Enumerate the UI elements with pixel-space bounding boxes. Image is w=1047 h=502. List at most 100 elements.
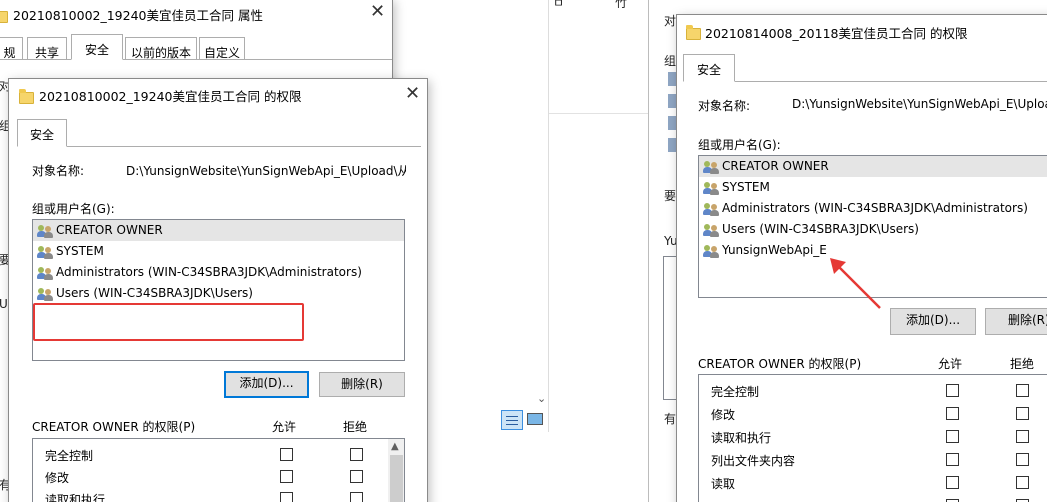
users-icon [703,223,719,237]
scroll-down-icon[interactable]: ⌄ [537,392,546,405]
folder-icon [0,10,8,23]
permission-row: 读取和执行 [33,487,404,502]
object-name-value: D:\YunsignWebsite\YunSignWebApi_E\Upload… [126,164,406,178]
deny-header: 拒绝 [1010,357,1035,371]
list-item[interactable]: SYSTEM [33,241,404,262]
list-item[interactable]: Users (WIN-C34SBRA3JDK\Users) [699,219,1047,240]
users-icon [703,181,719,195]
allow-checkbox[interactable] [946,430,959,443]
allow-checkbox[interactable] [946,453,959,466]
permission-name: 修改 [711,408,736,422]
permissions-scrollbar[interactable]: ▲ [388,439,404,502]
missing-user-highlight [33,303,304,341]
side-fragment: 要 [664,189,677,203]
allow-checkbox[interactable] [280,470,293,483]
users-icon [703,244,719,258]
explorer-divider [549,113,649,114]
deny-checkbox[interactable] [1016,453,1029,466]
remove-button[interactable]: 删除(R) [985,308,1047,335]
scroll-up-icon[interactable]: ▲ [391,441,399,452]
permission-row: 修改 [33,465,404,488]
permission-row: 完全控制 [699,379,1047,402]
close-icon[interactable]: ✕ [405,85,420,103]
details-view-icon[interactable] [501,410,523,430]
permission-name: 读取和执行 [45,493,106,502]
tab-underline [17,146,421,147]
permission-name: 列出文件夹内容 [711,454,796,468]
folder-icon [19,88,34,104]
deny-checkbox[interactable] [1016,476,1029,489]
allow-header: 允许 [938,357,963,371]
dialog-title: 20210814008_20118美宜佳员工合同 的权限 [705,26,968,41]
permissions-label: CREATOR OWNER 的权限(P) [32,420,196,434]
tab-sharing[interactable]: 共享 [27,37,67,60]
arrow-shaft [835,263,881,309]
deny-checkbox[interactable] [350,492,363,502]
close-icon[interactable]: ✕ [370,3,385,21]
allow-checkbox[interactable] [280,448,293,461]
allow-checkbox[interactable] [280,492,293,502]
left-permissions-dialog: 20210810002_19240美宜佳员工合同 的权限 ✕ 安全 对象名称: … [8,78,428,502]
remove-button[interactable]: 删除(R) [319,372,405,397]
permission-name: 修改 [45,471,70,485]
annotation-arrow [830,258,881,309]
permission-name: 读取和执行 [711,431,772,445]
permissions-list[interactable]: 完全控制 修改 读取和执行 列出文件夹内容 读取 [698,374,1047,502]
tab-security[interactable]: 安全 [683,54,735,82]
users-icon [37,266,53,280]
allow-checkbox[interactable] [946,476,959,489]
side-fragment: 对 [664,14,677,28]
permission-name: 完全控制 [711,385,760,399]
add-button[interactable]: 添加(D)... [890,308,976,335]
deny-checkbox[interactable] [1016,407,1029,420]
users-icon [703,202,719,216]
deny-checkbox[interactable] [1016,384,1029,397]
list-item[interactable]: CREATOR OWNER [699,156,1047,177]
tab-security[interactable]: 安全 [71,34,123,60]
add-button[interactable]: 添加(D)... [224,371,309,398]
folder-icon [686,24,701,40]
allow-checkbox[interactable] [946,384,959,397]
group-users-label: 组或用户名(G): [32,202,115,216]
list-item[interactable]: Administrators (WIN-C34SBRA3JDK\Administ… [699,198,1047,219]
object-name-label: 对象名称: [32,164,85,178]
scroll-thumb[interactable] [390,455,403,502]
permission-name: 完全控制 [45,449,94,463]
permission-row [699,494,1047,502]
side-fragment: 有 [664,412,677,426]
list-item[interactable]: Administrators (WIN-C34SBRA3JDK\Administ… [33,262,404,283]
users-icon [703,160,719,174]
deny-checkbox[interactable] [350,470,363,483]
users-icon [37,287,53,301]
dialog-title: 20210810002_19240美宜佳员工合同 的权限 [39,89,302,104]
permission-row: 列出文件夹内容 [699,448,1047,471]
deny-checkbox[interactable] [1016,430,1029,443]
permissions-list[interactable]: 完全控制 修改 读取和执行 ▲ [32,438,405,502]
explorer-fragment: ㅁ 竹 ⌄ [501,0,649,432]
tab-previous-versions[interactable]: 以前的版本 [125,37,197,60]
permission-row: 读取和执行 [699,425,1047,448]
deny-header: 拒绝 [343,420,368,434]
tab-general[interactable]: 规 [0,37,23,60]
list-item[interactable]: Users (WIN-C34SBRA3JDK\Users) [33,283,404,304]
permission-row: 读取 [699,471,1047,494]
column-fragment: ㅁ [553,0,565,10]
permission-name: 读取 [711,477,736,491]
object-name-value: D:\YunsignWebsite\YunSignWebApi_E\Upload [792,97,1047,111]
object-name-label: 对象名称: [698,99,751,113]
permissions-label: CREATOR OWNER 的权限(P) [698,357,862,371]
users-icon [37,224,53,238]
allow-checkbox[interactable] [946,407,959,420]
list-item[interactable]: SYSTEM [699,177,1047,198]
tab-custom[interactable]: 自定义 [199,37,245,60]
permission-row: 完全控制 [33,443,404,466]
tab-security[interactable]: 安全 [17,119,67,147]
preview-view-icon[interactable] [527,413,543,425]
deny-checkbox[interactable] [350,448,363,461]
properties-window-title: 20210810002_19240美宜佳员工合同 属性 [13,8,263,23]
users-icon [37,245,53,259]
allow-header: 允许 [272,420,297,434]
list-item[interactable]: CREATOR OWNER [33,220,404,241]
tab-underline [683,81,1047,82]
group-users-label: 组或用户名(G): [698,138,781,152]
